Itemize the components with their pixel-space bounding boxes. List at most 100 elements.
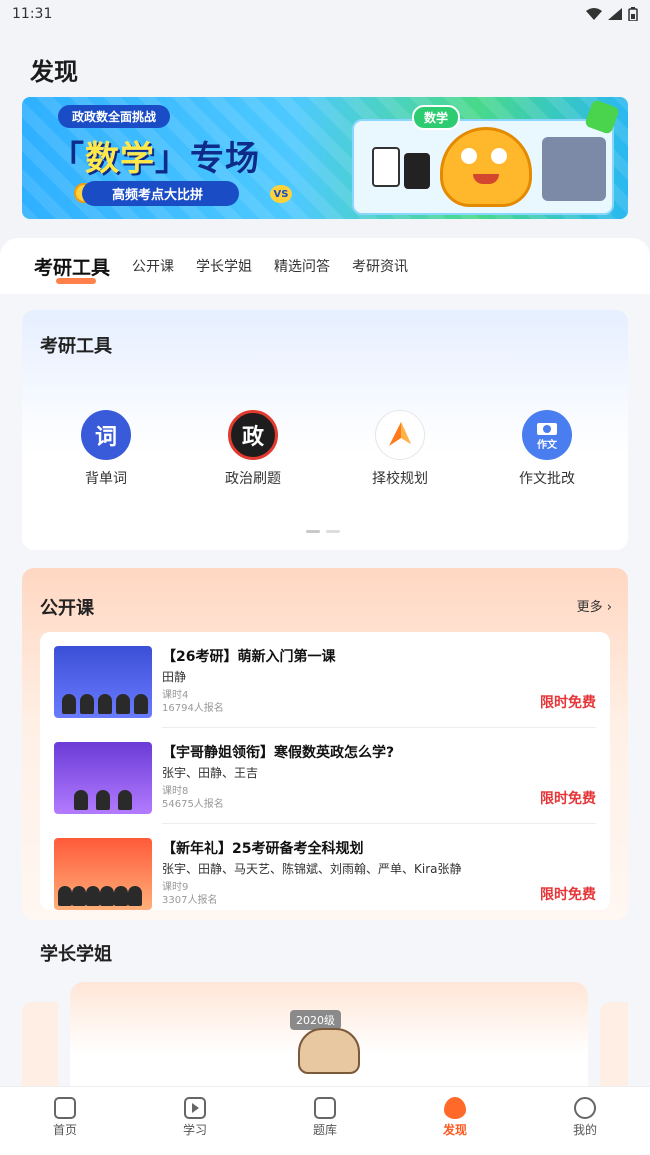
- vs-badge: VS: [270, 185, 292, 203]
- tools-card: 考研工具 词 背单词 政 政治刷题 择校规划 作文 作文批改: [22, 310, 628, 550]
- course-title: 【新年礼】25考研备考全科规划: [162, 841, 364, 857]
- politics-icon: 政: [228, 410, 278, 460]
- course-signups: 3307人报名: [162, 895, 218, 906]
- list-item[interactable]: 【新年礼】25考研备考全科规划 张宇、田静、马天艺、陈锦斌、刘雨翰、严单、Kir…: [40, 824, 610, 910]
- list-item[interactable]: 【宇哥静姐领衔】寒假数英政怎么学? 张宇、田静、王吉 课时8 54675人报名 …: [40, 728, 610, 824]
- teacher-figure: [96, 790, 110, 810]
- teacher-figure: [58, 886, 72, 906]
- banner-headline-pre: 「: [50, 139, 85, 179]
- teacher-figure: [100, 886, 114, 906]
- black-bag-icon: [404, 153, 430, 189]
- courses-card-title: 公开课: [40, 598, 94, 619]
- profile-icon: [574, 1097, 596, 1119]
- tool-label: 择校规划: [372, 471, 428, 487]
- course-thumbnail: [54, 646, 152, 718]
- promo-banner[interactable]: 政政数全面挑战 「数学」专场 高频考点大比拼 VS 数学: [22, 97, 628, 219]
- school-planning-icon: [375, 410, 425, 460]
- tool-essay-correction[interactable]: 作文 作文批改: [492, 410, 602, 488]
- teacher-figure: [86, 886, 100, 906]
- vocabulary-glyph: 词: [94, 425, 117, 450]
- course-thumbnail: [54, 838, 152, 910]
- open-courses-card: 公开课 更多 › 【26考研】萌新入门第一课 田静 课时4 16794人报名 限…: [22, 568, 628, 920]
- tool-label: 背单词: [85, 471, 127, 487]
- teacher-figure: [74, 790, 88, 810]
- teacher-figure: [128, 886, 142, 906]
- tab-open-courses[interactable]: 公开课: [132, 256, 174, 276]
- discover-icon: [444, 1097, 466, 1119]
- nav-home[interactable]: 首页: [0, 1087, 130, 1155]
- tool-label: 作文批改: [519, 471, 575, 487]
- course-signups: 16794人报名: [162, 703, 224, 714]
- nav-label: 我的: [572, 1123, 597, 1137]
- teacher-figure: [98, 694, 112, 714]
- nav-label: 发现: [442, 1123, 467, 1137]
- tab-news[interactable]: 考研资讯: [352, 256, 408, 276]
- tab-qa[interactable]: 精选问答: [274, 256, 330, 276]
- nav-study[interactable]: 学习: [130, 1087, 260, 1155]
- nav-label: 首页: [52, 1123, 77, 1137]
- free-badge: 限时免费: [540, 791, 596, 807]
- nav-label: 学习: [182, 1123, 207, 1137]
- pager-dots: [306, 530, 340, 533]
- seniors-title: 学长学姐: [40, 944, 112, 965]
- banner-math-tag: 数学: [412, 105, 461, 130]
- banner-headline-highlight: 数学: [85, 139, 155, 179]
- teacher-figure: [72, 886, 86, 906]
- course-title: 【26考研】萌新入门第一课: [162, 649, 336, 665]
- tab-tools[interactable]: 考研工具: [34, 253, 110, 284]
- teacher-figure: [114, 886, 128, 906]
- section-tabs: 考研工具 公开课 学长学姐 精选问答 考研资讯: [0, 238, 650, 294]
- play-triangle: [192, 1103, 199, 1113]
- status-time: 11:31: [12, 6, 53, 22]
- teacher-figure: [118, 790, 132, 810]
- essay-icon: 作文: [522, 410, 572, 460]
- gift-box-icon: [542, 137, 606, 201]
- course-teachers: 张宇、田静、马天艺、陈锦斌、刘雨翰、严单、Kira张静: [162, 862, 462, 876]
- status-icons: [586, 7, 638, 21]
- free-badge: 限时免费: [540, 695, 596, 711]
- signal-icon: [608, 8, 622, 20]
- tote-bag-icon: [372, 147, 400, 187]
- nav-discover[interactable]: 发现: [390, 1087, 520, 1155]
- essay-glyph: 作文: [537, 439, 557, 451]
- course-thumbnail: [54, 742, 152, 814]
- banner-top-pill: 政政数全面挑战: [58, 105, 171, 128]
- course-teachers: 张宇、田静、王吉: [162, 766, 259, 780]
- vocabulary-icon: 词: [81, 410, 131, 460]
- course-signups: 54675人报名: [162, 799, 224, 810]
- home-icon: [54, 1097, 76, 1119]
- camera-icon: [537, 422, 557, 435]
- politics-glyph: 政: [241, 425, 264, 450]
- tool-label: 政治刷题: [225, 471, 281, 487]
- battery-icon: [628, 7, 638, 21]
- wifi-icon: [586, 8, 602, 20]
- nav-profile[interactable]: 我的: [520, 1087, 650, 1155]
- tool-school-planning[interactable]: 择校规划: [345, 410, 455, 488]
- course-list: 【26考研】萌新入门第一课 田静 课时4 16794人报名 限时免费 【宇哥静姐…: [40, 632, 610, 910]
- banner-headline-post: 」专场: [155, 139, 260, 179]
- tools-card-title: 考研工具: [40, 336, 112, 357]
- course-teachers: 田静: [162, 670, 187, 684]
- cat-avatar: [298, 1028, 360, 1074]
- teacher-figure: [116, 694, 130, 714]
- bottom-nav: 首页 学习 题库 发现 我的: [0, 1086, 650, 1155]
- more-link[interactable]: 更多 ›: [577, 596, 612, 615]
- teacher-figure: [134, 694, 148, 714]
- tool-vocabulary[interactable]: 词 背单词: [51, 410, 161, 488]
- pager-dot: [306, 530, 320, 533]
- arrow-plane-icon: [389, 422, 411, 446]
- nav-question-bank[interactable]: 题库: [260, 1087, 390, 1155]
- list-item[interactable]: 【26考研】萌新入门第一课 田静 课时4 16794人报名 限时免费: [40, 632, 610, 728]
- question-bank-icon: [314, 1097, 336, 1119]
- tab-seniors[interactable]: 学长学姐: [196, 256, 252, 276]
- teacher-figure: [80, 694, 94, 714]
- course-title: 【宇哥静姐领衔】寒假数英政怎么学?: [162, 745, 395, 761]
- free-badge: 限时免费: [540, 887, 596, 903]
- tool-politics-practice[interactable]: 政 政治刷题: [198, 410, 308, 488]
- banner-headline: 「数学」专场: [50, 131, 260, 180]
- page-title: 发现: [30, 58, 78, 86]
- pager-dot: [326, 530, 340, 533]
- banner-bottom-pill: 高频考点大比拼: [82, 181, 240, 206]
- play-icon: [184, 1097, 206, 1119]
- teacher-figure: [62, 694, 76, 714]
